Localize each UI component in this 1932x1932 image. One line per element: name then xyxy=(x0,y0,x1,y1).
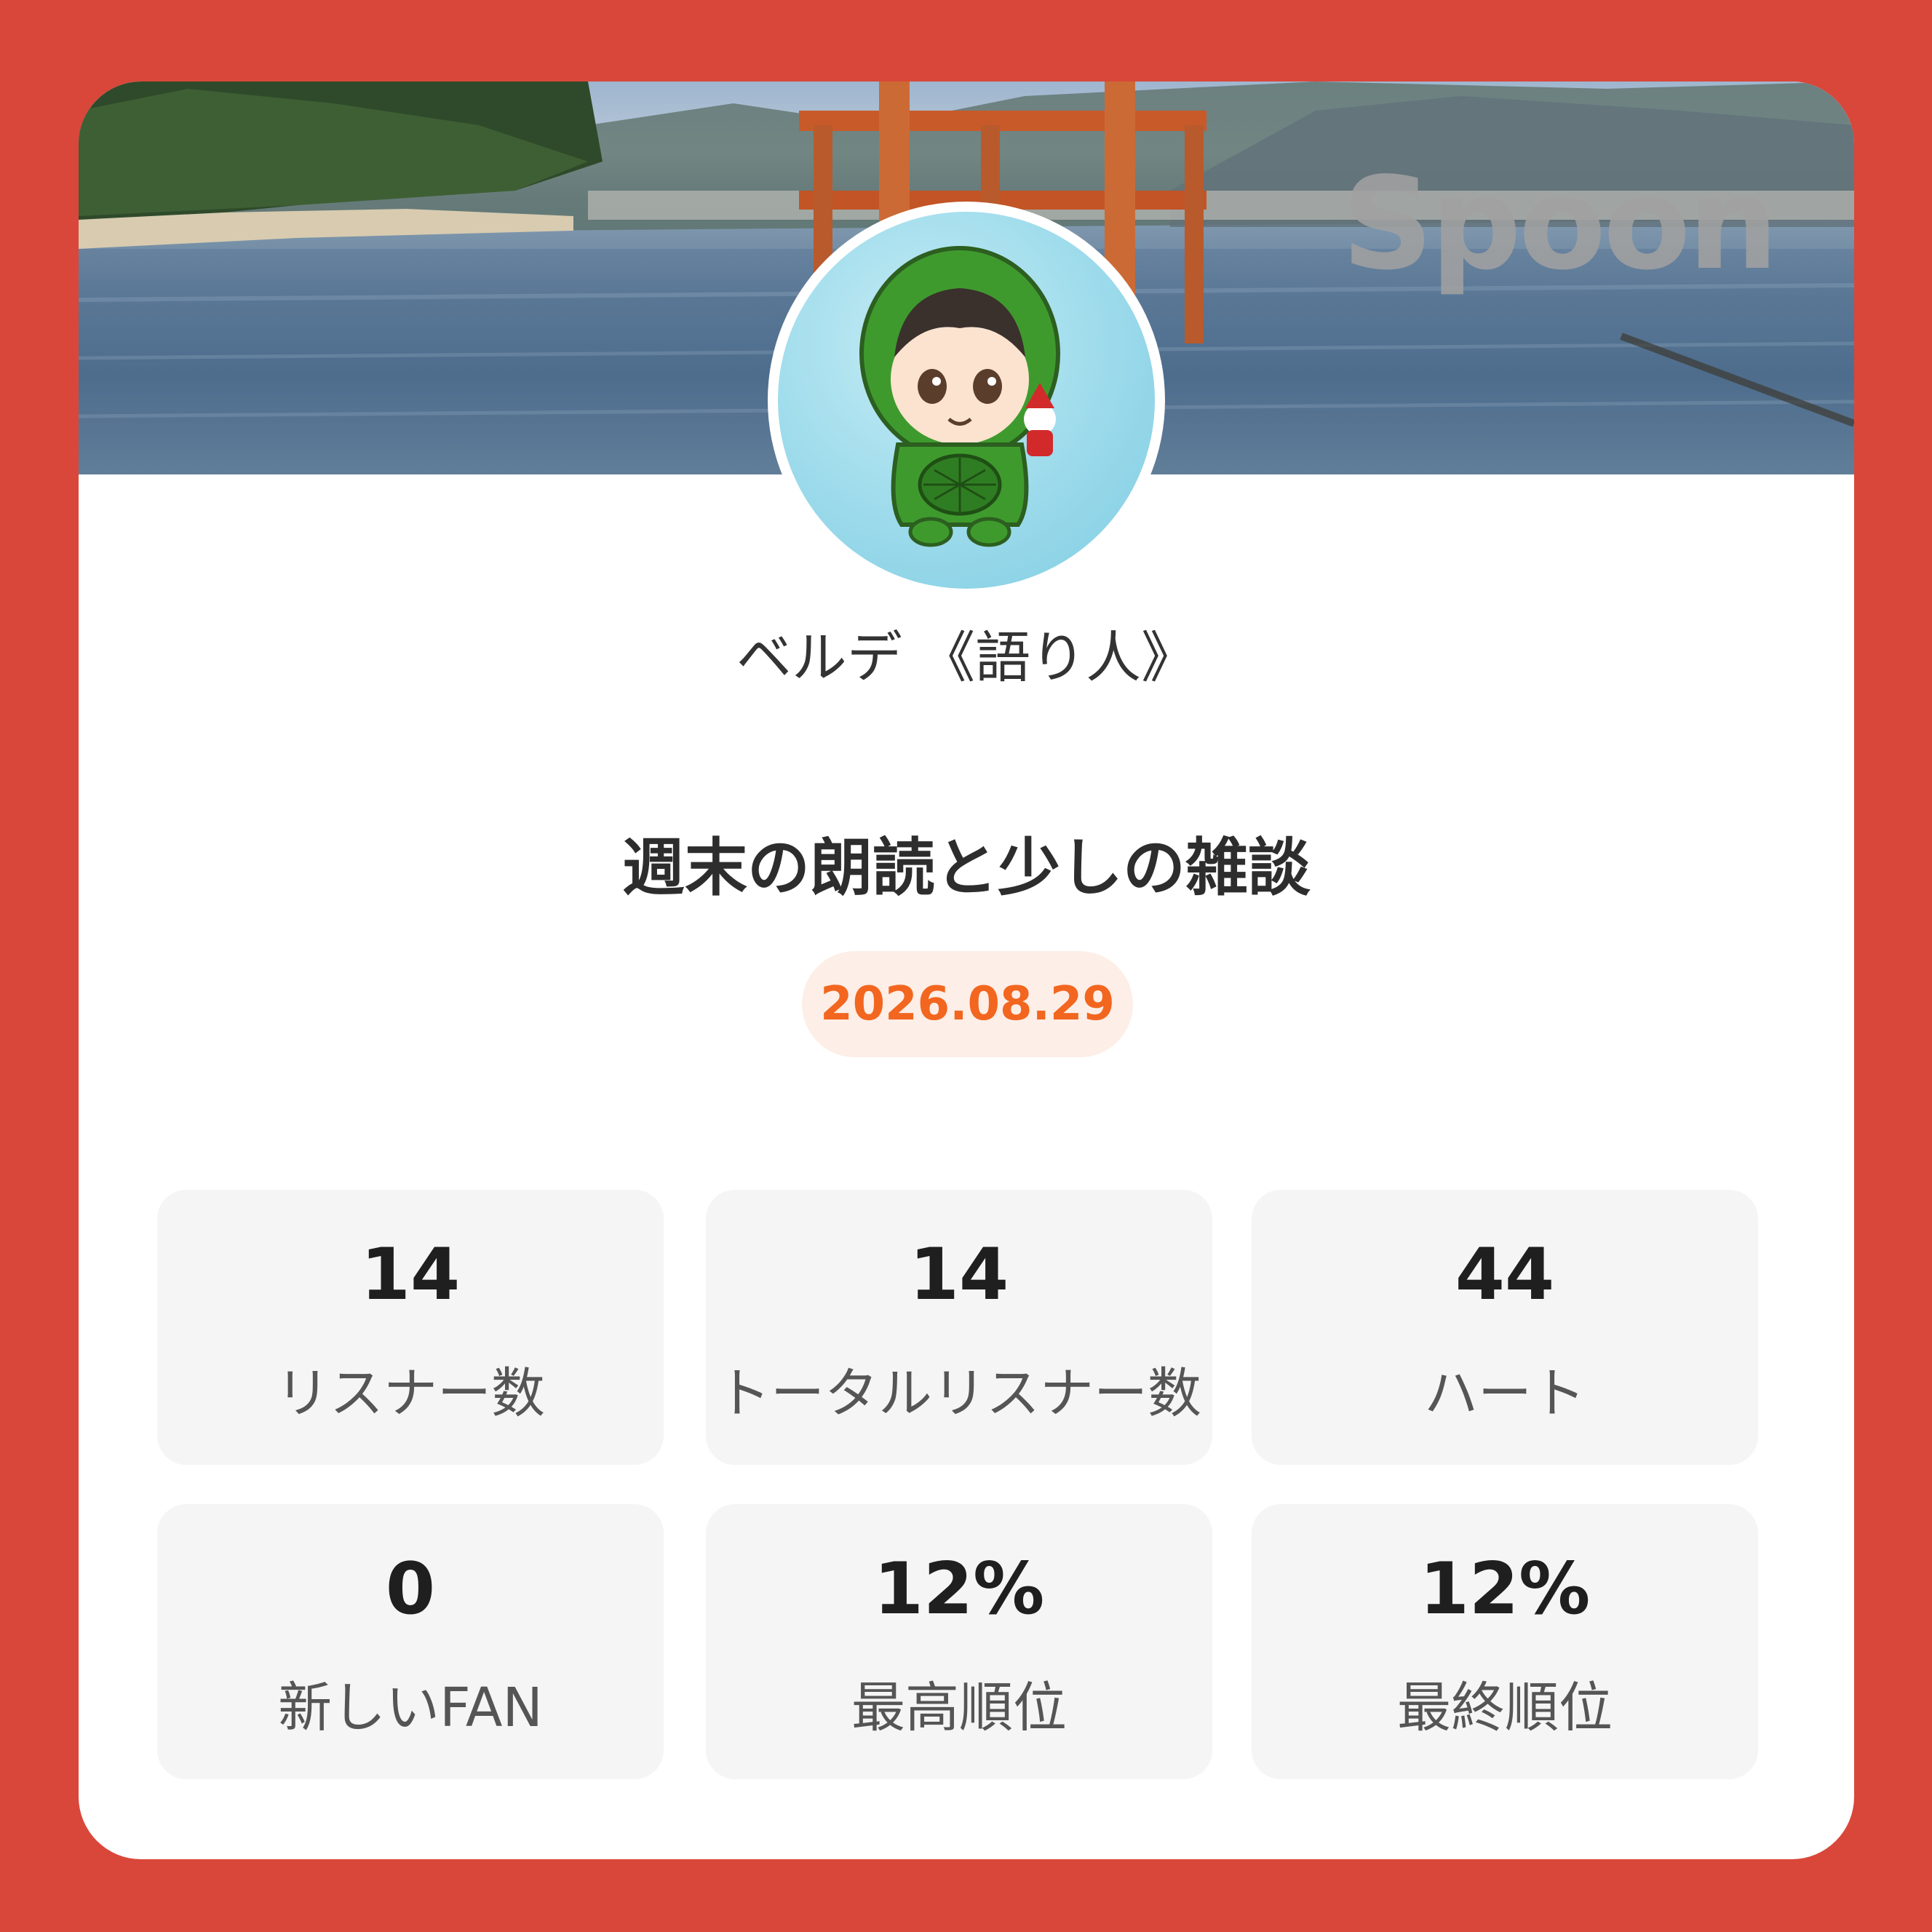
stat-card-total-listeners: 14 トータルリスナー数 xyxy=(706,1190,1212,1465)
stat-card-listeners: 14 リスナー数 xyxy=(157,1190,664,1465)
stat-value: 12% xyxy=(1419,1548,1591,1631)
stat-value: 44 xyxy=(1455,1233,1555,1316)
brand-logo: Spoon xyxy=(1341,151,1778,298)
broadcast-summary-card: Spoon ベルデ 《語り人》 週末の朗読と少しの雑談 2026.08.29 1… xyxy=(79,82,1854,1859)
stat-label: ハート xyxy=(1424,1362,1586,1425)
stat-card-highest-rank: 12% 最高順位 xyxy=(706,1504,1212,1779)
stat-value: 0 xyxy=(385,1548,436,1631)
stat-label: トータルリスナー数 xyxy=(717,1362,1201,1425)
avatar-image xyxy=(778,212,1155,589)
stat-card-new-fans: 0 新しいFAN xyxy=(157,1504,664,1779)
avatar[interactable] xyxy=(768,202,1165,599)
stat-card-final-rank: 12% 最終順位 xyxy=(1252,1504,1758,1779)
mascot-illustration xyxy=(859,246,1060,547)
stat-label: 最高順位 xyxy=(851,1677,1067,1739)
stat-value: 14 xyxy=(360,1233,461,1316)
stat-value: 14 xyxy=(909,1233,1009,1316)
username: ベルデ 《語り人》 xyxy=(736,625,1197,690)
stat-label: 新しいFAN xyxy=(278,1677,543,1739)
stat-label: 最終順位 xyxy=(1397,1677,1613,1739)
stat-value: 12% xyxy=(873,1548,1045,1631)
date-badge: 2026.08.29 xyxy=(802,951,1133,1057)
stat-card-hearts: 44 ハート xyxy=(1252,1190,1758,1465)
broadcast-title: 週末の朗読と少しの雑談 xyxy=(622,832,1311,905)
stat-label: リスナー数 xyxy=(276,1362,545,1425)
